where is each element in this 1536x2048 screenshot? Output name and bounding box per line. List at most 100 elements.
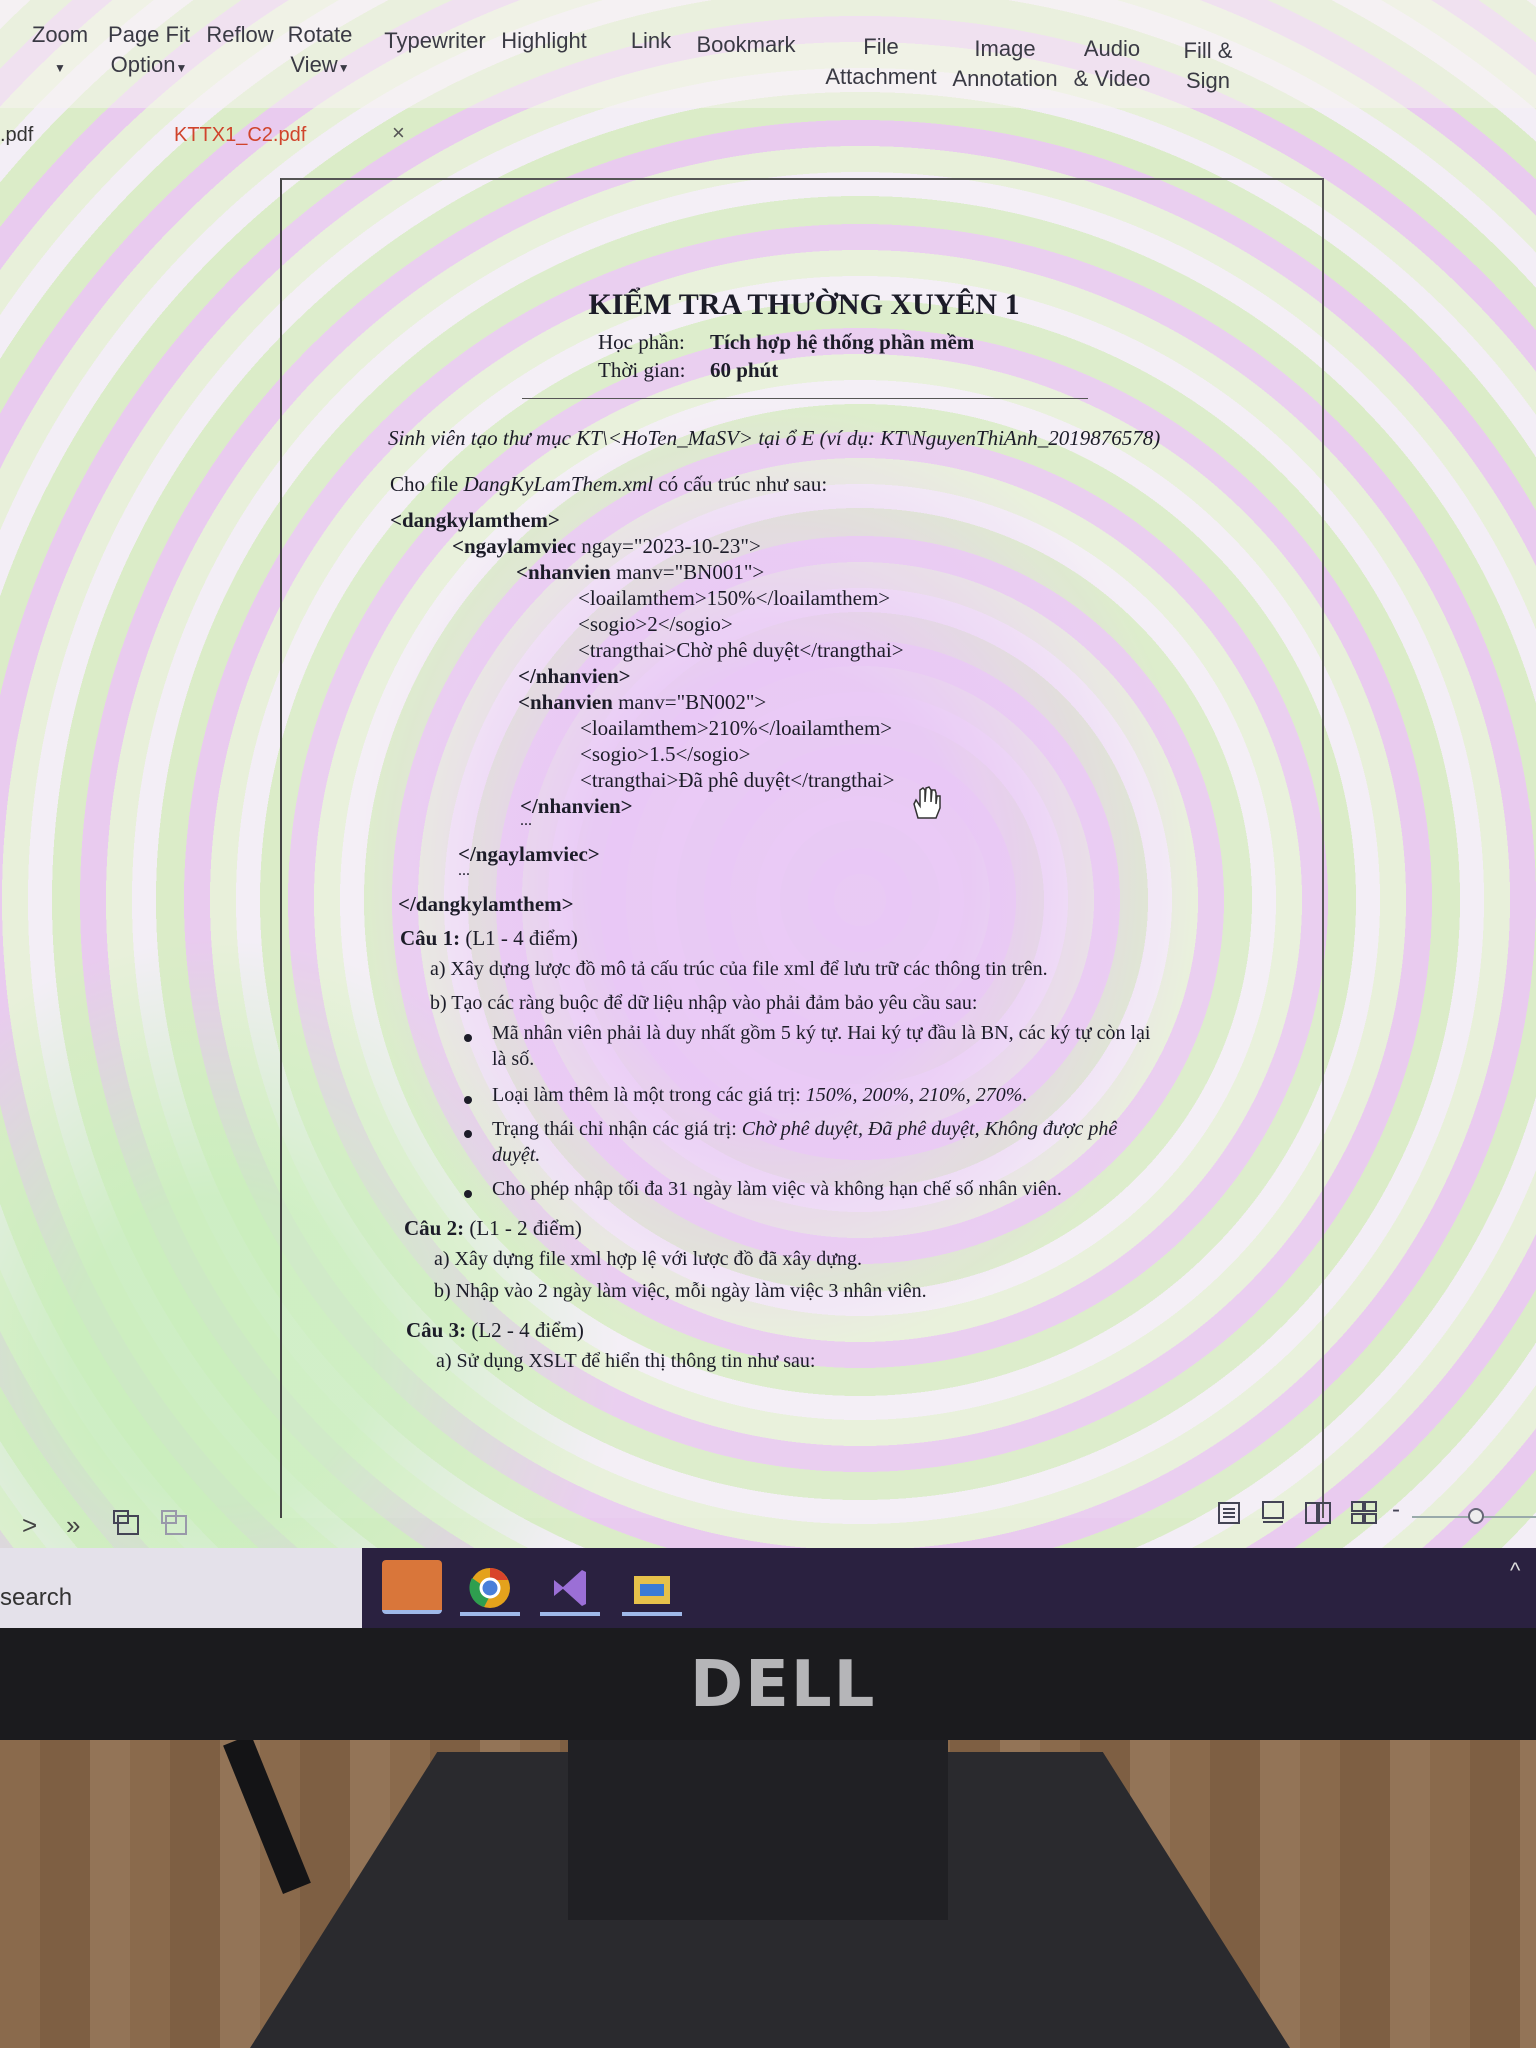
xml-nhanvien-close-2: </nhanvien> — [520, 794, 633, 818]
time-label: Thời gian: — [598, 358, 686, 382]
q2-label: Câu 2: — [404, 1216, 465, 1240]
xml-root-open: <dangkylamthem> — [390, 508, 560, 532]
xml-nhanvien-close-1: </nhanvien> — [518, 664, 631, 688]
q3-points: (L2 - 4 điểm) — [466, 1318, 584, 1342]
single-page-view-icon[interactable] — [1216, 1500, 1242, 1526]
xml-ellipsis: ... — [458, 862, 470, 879]
page-fit-label-2: Option — [110, 52, 176, 77]
zoom-slider-thumb[interactable] — [1468, 1508, 1484, 1524]
instruction-text: Sinh viên tạo thư mục KT\<HoTen_MaSV> tạ… — [388, 426, 1161, 450]
bullet-dot — [464, 1190, 472, 1198]
xml-tag: <nhanvien — [518, 690, 613, 714]
document-tabs: .pdf KTTX1_C2.pdf × — [0, 118, 1536, 158]
xml-attr: ngay="2023-10-23"> — [575, 534, 761, 558]
status-bar: > » - — [0, 1492, 1536, 1548]
continuous-view-icon[interactable] — [1260, 1500, 1286, 1526]
monitor-brand-logo: DELL — [690, 1648, 877, 1722]
facing-view-icon[interactable] — [1304, 1500, 1332, 1526]
chrome-taskbar-icon[interactable] — [460, 1562, 520, 1616]
typewriter-button[interactable]: Typewriter — [382, 26, 488, 56]
close-tab-icon[interactable]: × — [392, 120, 405, 146]
xml-ngaylamviec-close: </ngaylamviec> — [458, 842, 600, 866]
xml-root-close: </dangkylamthem> — [398, 892, 574, 916]
hand-cursor-icon — [913, 786, 941, 819]
subject-label: Học phần: — [598, 330, 685, 354]
q2-item-b: b) Nhập vào 2 ngày làm việc, mỗi ngày là… — [434, 1280, 927, 1302]
copy-page-icon[interactable] — [112, 1508, 142, 1538]
rotate-view-button[interactable]: Rotate View▼ — [284, 20, 356, 83]
q1-points: (L1 - 4 điểm) — [460, 926, 578, 950]
bullet-1-line-2: là số. — [492, 1048, 535, 1070]
title-divider — [522, 398, 1088, 399]
bookmark-button[interactable]: Bookmark — [694, 30, 798, 60]
doc-title: KIỂM TRA THƯỜNG XUYÊN 1 — [588, 288, 1020, 321]
page-fit-option-button[interactable]: Page Fit Option▼ — [106, 20, 192, 83]
continuous-facing-view-icon[interactable] — [1350, 1500, 1378, 1526]
xml-ellipsis: ... — [520, 812, 532, 829]
duplicate-page-icon[interactable] — [160, 1508, 190, 1538]
xml-line: <sogio>2</sogio> — [578, 612, 733, 636]
pdf-page: KIỂM TRA THƯỜNG XUYÊN 1 Học phần: Tích h… — [280, 178, 1324, 1518]
link-button[interactable]: Link — [626, 26, 676, 56]
last-page-icon[interactable]: » — [66, 1510, 80, 1541]
bullet-2-values: 150%, 200%, 210%, 270%. — [805, 1084, 1028, 1106]
xml-line: <loailamthem>210%</loailamthem> — [580, 716, 893, 740]
time-value: 60 phút — [710, 358, 779, 382]
xml-attr: manv="BN002"> — [612, 690, 767, 714]
zoom-out-icon[interactable]: - — [1392, 1496, 1400, 1524]
highlight-button[interactable]: Highlight — [496, 26, 592, 56]
file-attachment-button[interactable]: File Attachment — [822, 32, 940, 92]
chevron-down-icon: ▼ — [175, 61, 188, 75]
file-explorer-taskbar-icon[interactable] — [622, 1562, 682, 1616]
xml-ngaylamviec-open: <ngaylamviec ngay="2023-10-23"> — [452, 534, 761, 559]
fill-sign-button[interactable]: Fill & Sign — [1170, 36, 1246, 96]
q3-item-a: a) Sử dụng XSLT để hiển thị thông tin nh… — [436, 1350, 816, 1372]
image-annotation-label: Image — [974, 36, 1036, 61]
xml-line: <trangthai>Chờ phê duyệt</trangthai> — [578, 638, 904, 662]
tab-active-kttx1[interactable]: KTTX1_C2.pdf — [174, 124, 306, 147]
xml-tag: <nhanvien — [516, 560, 611, 584]
next-page-icon[interactable]: > — [22, 1510, 37, 1541]
fill-sign-label-2: Sign — [1185, 68, 1231, 93]
q2-points: (L1 - 2 điểm) — [464, 1216, 582, 1240]
chevron-up-icon[interactable]: ^ — [1510, 1558, 1520, 1584]
chevron-down-icon: ▼ — [337, 61, 350, 75]
visual-studio-taskbar-icon[interactable] — [540, 1562, 600, 1616]
subject-value: Tích hợp hệ thống phần mềm — [710, 330, 975, 354]
bullet-3-line-1: Trạng thái chỉ nhận các giá trị: Chờ phê… — [492, 1118, 1117, 1141]
xml-tag: <ngaylamviec — [452, 534, 576, 558]
rotate-label: Rotate — [287, 22, 353, 47]
tab-previous-pdf[interactable]: .pdf — [0, 124, 33, 147]
audio-label: Audio — [1083, 36, 1141, 61]
zoom-button[interactable]: Zoom ▼ — [26, 20, 94, 83]
q3-label: Câu 3: — [406, 1318, 467, 1342]
question-2-heading: Câu 2: (L1 - 2 điểm) — [404, 1216, 582, 1241]
xml-nhanvien-open-2: <nhanvien manv="BN002"> — [518, 690, 766, 715]
bullet-2-prefix: Loại làm thêm là một trong các giá trị: — [492, 1084, 806, 1106]
bullet-dot — [464, 1096, 472, 1104]
question-1-heading: Câu 1: (L1 - 4 điểm) — [400, 926, 578, 951]
q1-item-a: a) Xây dựng lược đồ mô tả cấu trúc của f… — [430, 958, 1048, 980]
bullet-4: Cho phép nhập tối đa 31 ngày làm việc và… — [492, 1178, 1062, 1200]
highlight-label: Highlight — [501, 28, 587, 53]
foxit-reader-taskbar-icon[interactable] — [382, 1560, 442, 1614]
q2-item-a: a) Xây dựng file xml hợp lệ với lược đồ … — [434, 1248, 863, 1270]
bullet-3-line-2: duyệt. — [492, 1144, 541, 1166]
intro-suffix: có cấu trúc như sau: — [653, 472, 828, 496]
bullet-2: Loại làm thêm là một trong các giá trị: … — [492, 1084, 1027, 1107]
audio-video-button[interactable]: Audio & Video — [1070, 34, 1154, 94]
audio-label-2: & Video — [1073, 66, 1151, 91]
taskbar-search-box[interactable]: search — [0, 1548, 362, 1628]
bullet-dot — [464, 1130, 472, 1138]
search-text: search — [0, 1584, 73, 1611]
ribbon-toolbar: Zoom ▼ Page Fit Option▼ Reflow Rotate Vi… — [0, 0, 1536, 108]
file-attachment-label: File — [863, 34, 899, 59]
bullet-dot — [464, 1034, 472, 1042]
xml-attr: manv="BN001"> — [610, 560, 765, 584]
bullet-3-values: Chờ phê duyệt, Đã phê duyệt, Không được … — [741, 1118, 1118, 1140]
reflow-label: Reflow — [206, 22, 274, 47]
xml-nhanvien-open-1: <nhanvien manv="BN001"> — [516, 560, 764, 585]
q1-label: Câu 1: — [400, 926, 461, 950]
image-annotation-button[interactable]: Image Annotation — [950, 34, 1060, 94]
reflow-button[interactable]: Reflow — [204, 20, 276, 50]
